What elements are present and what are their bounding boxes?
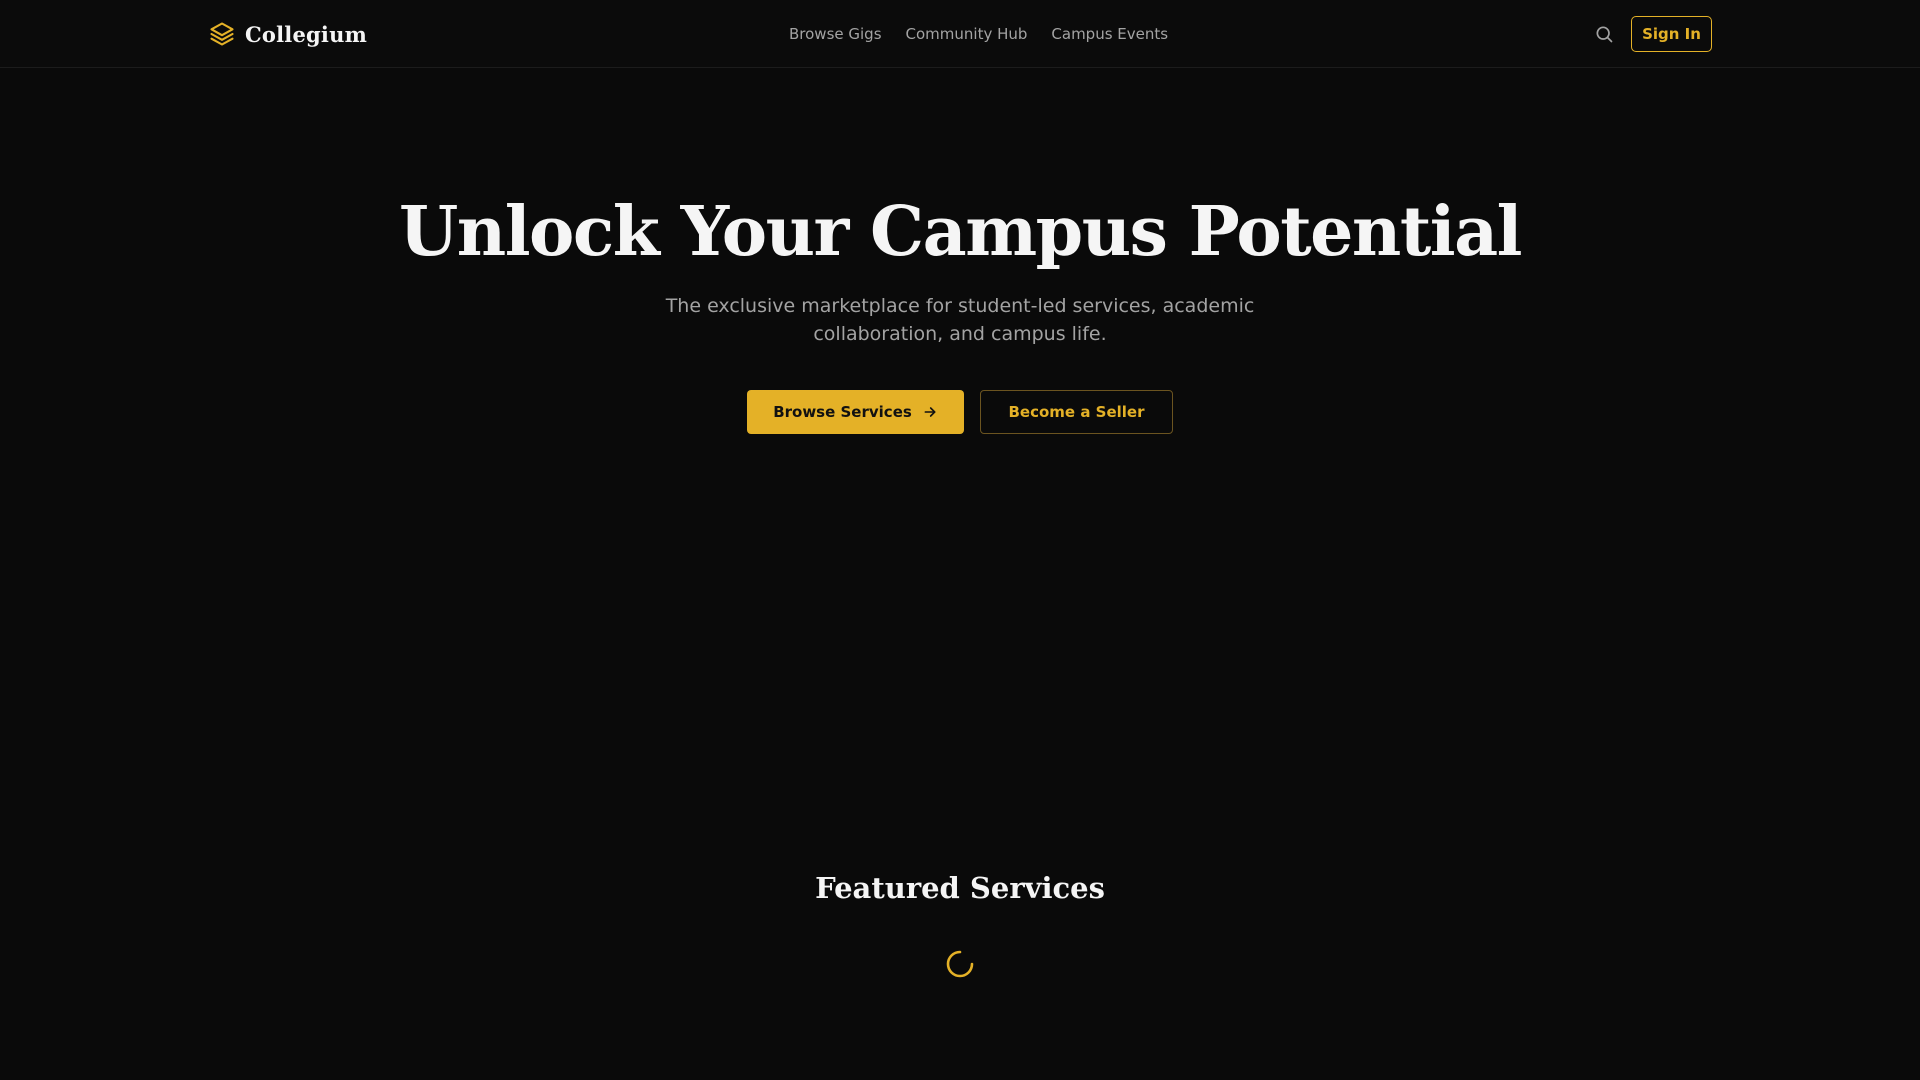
- become-seller-button[interactable]: Become a Seller: [980, 390, 1173, 434]
- browse-services-label: Browse Services: [773, 403, 912, 421]
- loading-spinner: [945, 949, 975, 979]
- main-nav: Browse Gigs Community Hub Campus Events: [789, 24, 1168, 44]
- hero-title: Unlock Your Campus Potential: [398, 192, 1523, 272]
- brand-logo-link[interactable]: Collegium: [208, 18, 367, 50]
- nav-link-browse-gigs[interactable]: Browse Gigs: [789, 24, 882, 44]
- search-icon: [1596, 26, 1613, 43]
- sign-in-button[interactable]: Sign In: [1631, 16, 1712, 52]
- arrow-right-icon: [924, 407, 936, 417]
- nav-link-community-hub[interactable]: Community Hub: [906, 24, 1028, 44]
- search-button[interactable]: [1592, 22, 1616, 46]
- featured-services-title: Featured Services: [815, 871, 1105, 905]
- hero-actions: Browse Services Become a Seller: [747, 390, 1173, 434]
- layers-icon: [210, 22, 234, 46]
- nav-link-campus-events[interactable]: Campus Events: [1051, 24, 1168, 44]
- brand-name: Collegium: [245, 21, 367, 47]
- top-navbar: Collegium Browse Gigs Community Hub Camp…: [0, 0, 1920, 68]
- loading-spinner-icon: [946, 950, 974, 978]
- hero-subtitle: The exclusive marketplace for student-le…: [665, 295, 1255, 345]
- browse-services-button[interactable]: Browse Services: [747, 390, 964, 434]
